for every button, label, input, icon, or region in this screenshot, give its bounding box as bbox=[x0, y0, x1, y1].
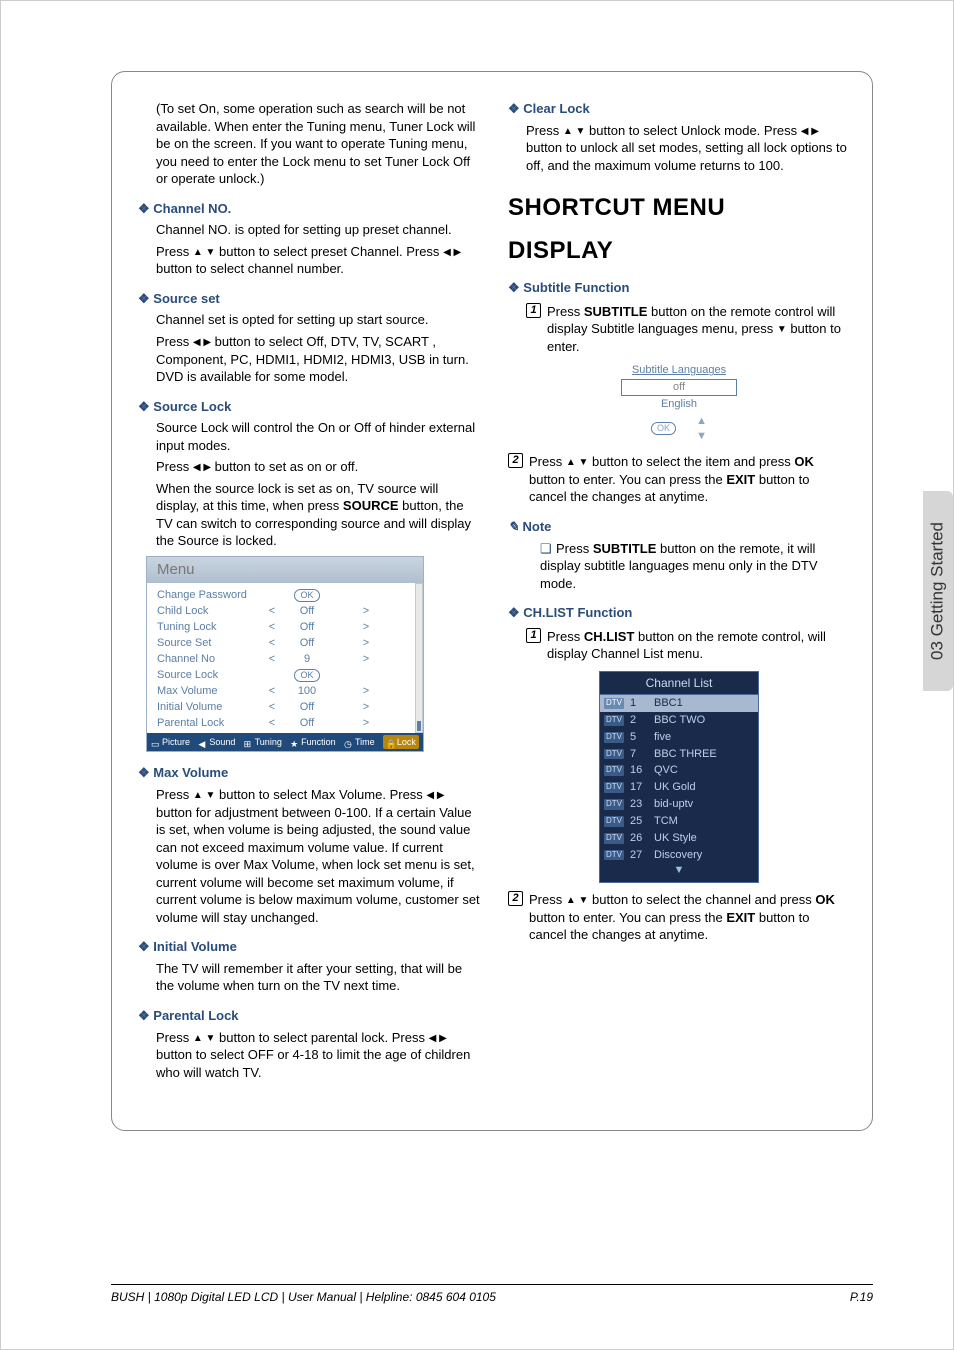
heading-note: ✎ Note bbox=[508, 518, 850, 536]
channel-list-row: DTV27Discovery bbox=[600, 847, 758, 864]
osd-menu-row: Tuning Lock<Off> bbox=[157, 619, 405, 635]
osd-scrollbar bbox=[415, 583, 423, 733]
content-frame: (To set On, some operation such as searc… bbox=[111, 71, 873, 1131]
channel-list-row: DTV23bid-uptv bbox=[600, 796, 758, 813]
chlist-step-1: 1 Press CH.LIST button on the remote con… bbox=[508, 628, 850, 663]
parental-lock-text: Press ▲ ▼ button to select parental lock… bbox=[138, 1029, 480, 1082]
osd-tab-bar: ▭Picture ◀Sound ⊞Tuning ★Function ◷Time 🔒Lock bbox=[147, 733, 423, 751]
subtitle-osd-title: Subtitle Languages bbox=[609, 363, 749, 378]
osd-tab-time: ◷Time bbox=[344, 736, 375, 748]
left-right-icon: ◀ ▶ bbox=[429, 1033, 447, 1044]
channel-list-title: Channel List bbox=[600, 672, 758, 695]
subtitle-osd-english: English bbox=[609, 397, 749, 412]
down-arrow-icon: ▼ bbox=[600, 863, 758, 882]
clear-lock-text: Press ▲ ▼ button to select Unlock mode. … bbox=[508, 122, 850, 175]
source-lock-text-3: When the source lock is set as on, TV so… bbox=[138, 480, 480, 550]
step-number-2-icon: 2 bbox=[508, 453, 523, 468]
channel-no-text-1: Channel NO. is opted for setting up pres… bbox=[138, 221, 480, 239]
source-set-text-2: Press ◀ ▶ button to select Off, DTV, TV,… bbox=[138, 333, 480, 386]
right-column: Clear Lock Press ▲ ▼ button to select Un… bbox=[508, 100, 850, 1112]
osd-tab-lock: 🔒Lock bbox=[383, 735, 419, 749]
osd-menu-title: Menu bbox=[147, 557, 423, 583]
osd-tab-tuning: ⊞Tuning bbox=[244, 736, 282, 748]
subtitle-step-1: 1 Press SUBTITLE button on the remote co… bbox=[508, 303, 850, 356]
chlist-step-2: 2 Press ▲ ▼ button to select the channel… bbox=[508, 891, 850, 944]
heading-source-lock: Source Lock bbox=[138, 398, 480, 416]
subtitle-step-2: 2 Press ▲ ▼ button to select the item an… bbox=[508, 453, 850, 506]
heading-channel-no: Channel NO. bbox=[138, 200, 480, 218]
channel-list-row: DTV1BBC1 bbox=[600, 695, 758, 712]
up-down-icon: ▲ ▼ bbox=[193, 790, 216, 801]
page-footer: BUSH | 1080p Digital LED LCD | User Manu… bbox=[111, 1284, 873, 1305]
up-down-icon: ▲ ▼ bbox=[566, 457, 589, 468]
note-text: ❏Press SUBTITLE button on the remote, it… bbox=[508, 540, 850, 593]
ok-pill-icon: OK bbox=[651, 422, 676, 435]
osd-menu-row: Channel No<9> bbox=[157, 651, 405, 667]
channel-list-row: DTV16QVC bbox=[600, 762, 758, 779]
note-bullet-icon: ❏ bbox=[540, 540, 556, 558]
heading-display: DISPLAY bbox=[508, 235, 850, 267]
source-set-text-1: Channel set is opted for setting up star… bbox=[138, 311, 480, 329]
osd-menu-row: Child Lock<Off> bbox=[157, 603, 405, 619]
channel-list-row: DTV25TCM bbox=[600, 813, 758, 830]
footer-left: BUSH | 1080p Digital LED LCD | User Manu… bbox=[111, 1289, 496, 1305]
side-section-tab: 03 Getting Started bbox=[923, 491, 953, 691]
osd-tab-function: ★Function bbox=[290, 736, 336, 748]
heading-shortcut-menu: SHORTCUT MENU bbox=[508, 192, 850, 224]
osd-menu-row: Max Volume<100> bbox=[157, 683, 405, 699]
heading-clear-lock: Clear Lock bbox=[508, 100, 850, 118]
osd-tab-picture: ▭Picture bbox=[151, 736, 190, 748]
left-column: (To set On, some operation such as searc… bbox=[138, 100, 480, 1112]
osd-menu-row: Source Set<Off> bbox=[157, 635, 405, 651]
heading-subtitle-function: Subtitle Function bbox=[508, 279, 850, 297]
down-icon: ▼ bbox=[777, 324, 787, 335]
osd-menu-row: Source LockOK bbox=[157, 667, 405, 683]
left-right-icon: ◀ ▶ bbox=[193, 337, 211, 348]
source-lock-text-1: Source Lock will control the On or Off o… bbox=[138, 419, 480, 454]
step-number-1-icon: 1 bbox=[526, 628, 541, 643]
pencil-icon: ✎ bbox=[508, 519, 523, 534]
channel-list-row: DTV5five bbox=[600, 729, 758, 746]
up-down-icon: ▲ ▼ bbox=[563, 126, 586, 137]
channel-no-text-2: Press ▲ ▼ button to select preset Channe… bbox=[138, 243, 480, 278]
channel-list-osd: Channel List DTV1BBC1DTV2BBC TWODTV5five… bbox=[599, 671, 759, 883]
osd-lock-menu: Menu Change PasswordOKChild Lock<Off>Tun… bbox=[146, 556, 424, 752]
left-right-icon: ◀ ▶ bbox=[193, 462, 211, 473]
up-down-icon: ▲ ▼ bbox=[193, 247, 216, 258]
heading-chlist-function: CH.LIST Function bbox=[508, 604, 850, 622]
osd-menu-row: Change PasswordOK bbox=[157, 587, 405, 603]
tuner-lock-intro: (To set On, some operation such as searc… bbox=[138, 100, 480, 188]
subtitle-osd-off: off bbox=[621, 379, 737, 396]
heading-parental-lock: Parental Lock bbox=[138, 1007, 480, 1025]
channel-list-row: DTV7BBC THREE bbox=[600, 746, 758, 763]
initial-volume-text: The TV will remember it after your setti… bbox=[138, 960, 480, 995]
osd-menu-row: Parental Lock<Off> bbox=[157, 715, 405, 731]
channel-list-row: DTV26UK Style bbox=[600, 830, 758, 847]
step-number-2-icon: 2 bbox=[508, 891, 523, 906]
up-down-icon: ▲▼ bbox=[696, 414, 707, 444]
left-right-icon: ◀ ▶ bbox=[801, 126, 819, 137]
source-lock-text-2: Press ◀ ▶ button to set as on or off. bbox=[138, 458, 480, 476]
heading-source-set: Source set bbox=[138, 290, 480, 308]
up-down-icon: ▲ ▼ bbox=[566, 895, 589, 906]
heading-initial-volume: Initial Volume bbox=[138, 938, 480, 956]
channel-list-row: DTV2BBC TWO bbox=[600, 712, 758, 729]
step-number-1-icon: 1 bbox=[526, 303, 541, 318]
left-right-icon: ◀ ▶ bbox=[426, 790, 444, 801]
osd-tab-sound: ◀Sound bbox=[198, 736, 235, 748]
footer-page-number: P.19 bbox=[850, 1289, 873, 1305]
heading-max-volume: Max Volume bbox=[138, 764, 480, 782]
channel-list-row: DTV17UK Gold bbox=[600, 779, 758, 796]
up-down-icon: ▲ ▼ bbox=[193, 1033, 216, 1044]
subtitle-languages-osd: Subtitle Languages off English OK ▲▼ bbox=[609, 363, 749, 443]
osd-menu-row: Initial Volume<Off> bbox=[157, 699, 405, 715]
max-volume-text: Press ▲ ▼ button to select Max Volume. P… bbox=[138, 786, 480, 926]
left-right-icon: ◀ ▶ bbox=[443, 247, 461, 258]
